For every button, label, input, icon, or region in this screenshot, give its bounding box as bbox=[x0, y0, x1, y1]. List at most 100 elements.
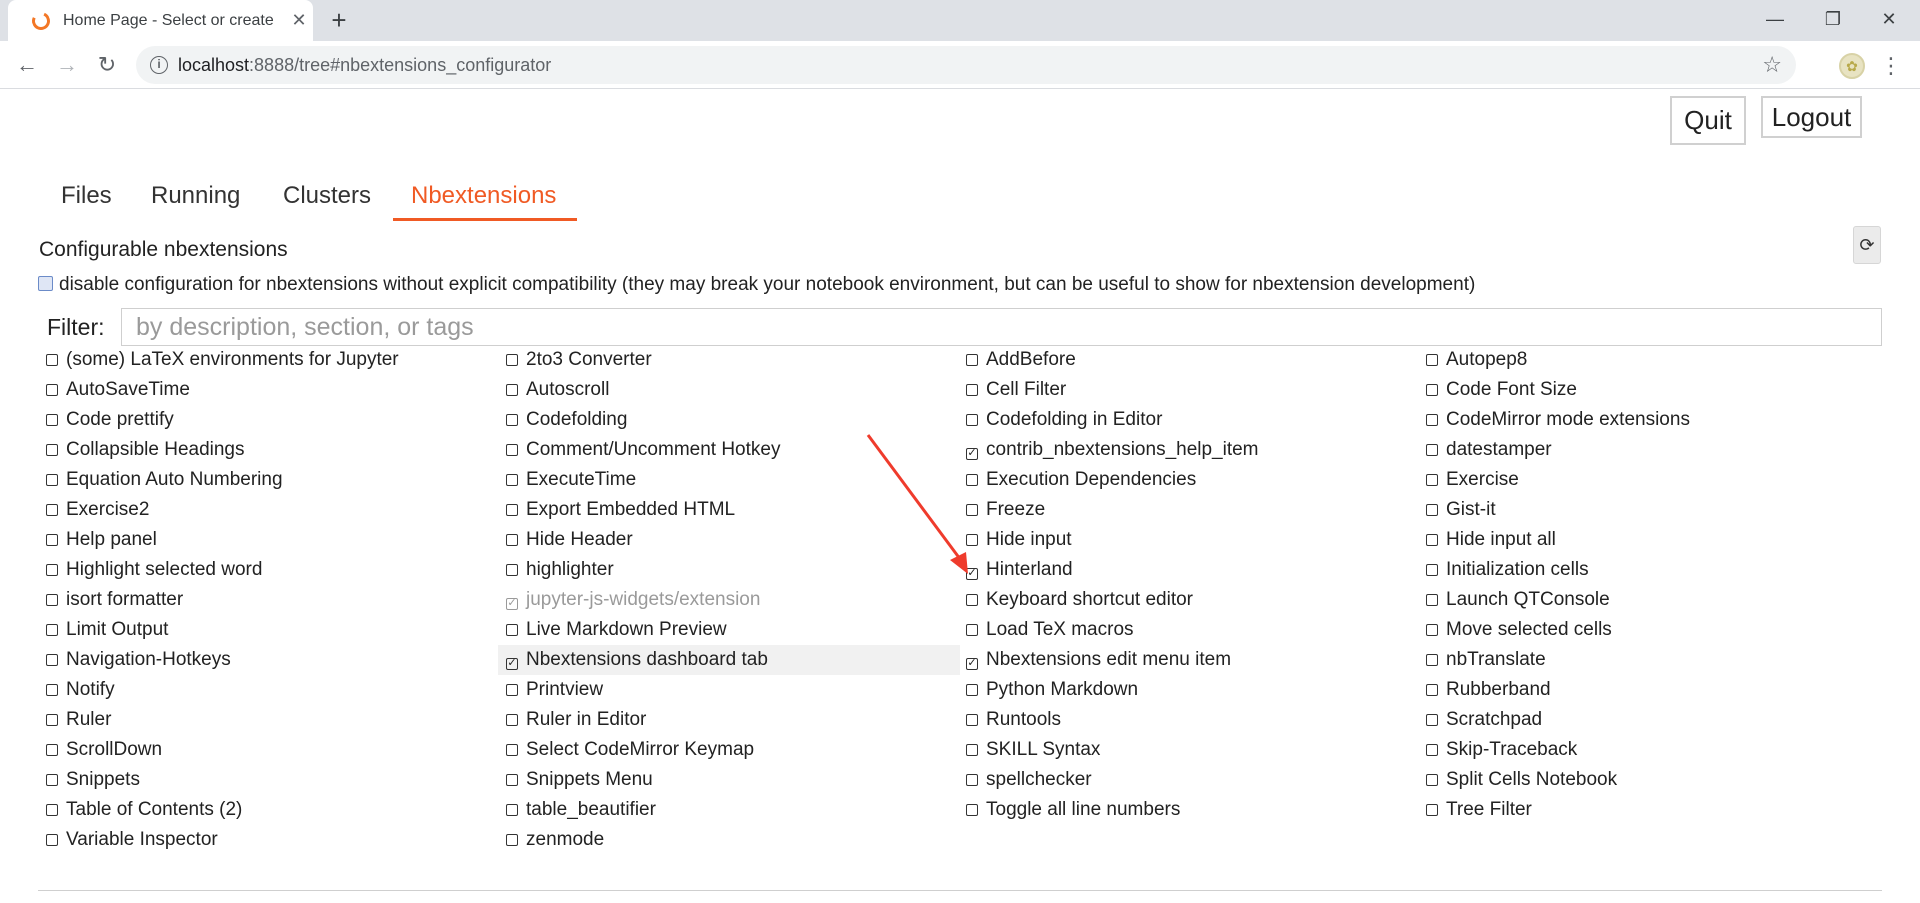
nbextension-checkbox[interactable] bbox=[506, 714, 518, 726]
nbextension-checkbox[interactable] bbox=[46, 384, 58, 396]
nbextension-item[interactable]: isort formatter bbox=[38, 585, 500, 615]
nbextension-item[interactable]: ExecuteTime bbox=[498, 465, 960, 495]
nbextension-item[interactable]: Toggle all line numbers bbox=[958, 795, 1420, 825]
nbextension-checkbox[interactable] bbox=[1426, 684, 1438, 696]
tab-files[interactable]: Files bbox=[61, 182, 112, 220]
nbextension-item[interactable]: Runtools bbox=[958, 705, 1420, 735]
nbextension-item[interactable]: Code prettify bbox=[38, 405, 500, 435]
nbextension-item[interactable]: Autopep8 bbox=[1418, 345, 1880, 375]
nbextension-checkbox[interactable] bbox=[966, 684, 978, 696]
browser-tab[interactable]: Home Page - Select or create a ✕ bbox=[8, 0, 313, 41]
nbextension-checkbox[interactable] bbox=[966, 414, 978, 426]
nbextension-checkbox[interactable] bbox=[966, 354, 978, 366]
nbextension-item[interactable]: ✓ Hinterland bbox=[958, 555, 1420, 585]
nbextension-item[interactable]: Autoscroll bbox=[498, 375, 960, 405]
nbextension-item[interactable]: Ruler in Editor bbox=[498, 705, 960, 735]
nbextension-item[interactable]: Gist-it bbox=[1418, 495, 1880, 525]
nbextension-item[interactable]: Launch QTConsole bbox=[1418, 585, 1880, 615]
refresh-button[interactable]: ⟳ bbox=[1853, 226, 1881, 264]
nbextension-checkbox[interactable] bbox=[46, 654, 58, 666]
nbextension-checkbox[interactable] bbox=[46, 834, 58, 846]
window-minimize-icon[interactable]: — bbox=[1752, 4, 1798, 34]
nbextension-item[interactable]: Scratchpad bbox=[1418, 705, 1880, 735]
nbextension-item[interactable]: Navigation-Hotkeys bbox=[38, 645, 500, 675]
nbextension-item[interactable]: Codefolding bbox=[498, 405, 960, 435]
nbextension-item[interactable]: ScrollDown bbox=[38, 735, 500, 765]
nbextension-checkbox[interactable] bbox=[46, 744, 58, 756]
nbextension-checkbox[interactable] bbox=[1426, 714, 1438, 726]
nbextension-item[interactable]: Collapsible Headings bbox=[38, 435, 500, 465]
nbextension-item[interactable]: Exercise bbox=[1418, 465, 1880, 495]
nbextension-checkbox[interactable] bbox=[46, 594, 58, 606]
forward-arrow-icon[interactable]: → bbox=[52, 50, 82, 80]
nbextension-item[interactable]: Initialization cells bbox=[1418, 555, 1880, 585]
quit-button[interactable]: Quit bbox=[1670, 96, 1746, 145]
nbextension-item[interactable]: Hide input all bbox=[1418, 525, 1880, 555]
nbextension-item[interactable]: Limit Output bbox=[38, 615, 500, 645]
nbextension-checkbox[interactable] bbox=[966, 384, 978, 396]
nbextension-checkbox[interactable] bbox=[966, 744, 978, 756]
nbextension-checkbox[interactable] bbox=[46, 564, 58, 576]
nbextension-item[interactable]: Freeze bbox=[958, 495, 1420, 525]
nbextension-checkbox[interactable] bbox=[506, 684, 518, 696]
nbextension-item[interactable]: Variable Inspector bbox=[38, 825, 500, 855]
nbextension-checkbox[interactable]: ✓ bbox=[966, 448, 978, 460]
nbextension-item[interactable]: Code Font Size bbox=[1418, 375, 1880, 405]
nbextension-checkbox[interactable] bbox=[506, 564, 518, 576]
site-info-icon[interactable]: i bbox=[150, 56, 168, 74]
nbextension-checkbox[interactable] bbox=[1426, 564, 1438, 576]
nbextension-item[interactable]: (some) LaTeX environments for Jupyter bbox=[38, 345, 500, 375]
nbextension-item[interactable]: Move selected cells bbox=[1418, 615, 1880, 645]
nbextension-checkbox[interactable] bbox=[966, 624, 978, 636]
nbextension-item[interactable]: Load TeX macros bbox=[958, 615, 1420, 645]
nbextension-item[interactable]: ✓ Nbextensions edit menu item bbox=[958, 645, 1420, 675]
nbextension-checkbox[interactable] bbox=[1426, 474, 1438, 486]
nbextension-checkbox[interactable]: ✓ bbox=[506, 658, 518, 670]
compat-checkbox[interactable] bbox=[38, 276, 53, 291]
nbextension-checkbox[interactable] bbox=[1426, 444, 1438, 456]
nbextension-item[interactable]: CodeMirror mode extensions bbox=[1418, 405, 1880, 435]
nbextension-checkbox[interactable] bbox=[506, 504, 518, 516]
nbextension-checkbox[interactable]: ✓ bbox=[966, 658, 978, 670]
nbextension-item[interactable]: Ruler bbox=[38, 705, 500, 735]
window-restore-icon[interactable]: ❐ bbox=[1810, 4, 1856, 34]
nbextension-item[interactable]: spellchecker bbox=[958, 765, 1420, 795]
nbextension-item[interactable]: Keyboard shortcut editor bbox=[958, 585, 1420, 615]
nbextension-checkbox[interactable] bbox=[506, 804, 518, 816]
nbextension-checkbox[interactable] bbox=[1426, 744, 1438, 756]
nbextension-checkbox[interactable] bbox=[46, 804, 58, 816]
nbextension-item[interactable]: Rubberband bbox=[1418, 675, 1880, 705]
nbextension-item[interactable]: Equation Auto Numbering bbox=[38, 465, 500, 495]
nbextension-checkbox[interactable] bbox=[1426, 354, 1438, 366]
back-arrow-icon[interactable]: ← bbox=[12, 50, 42, 80]
nbextension-item[interactable]: SKILL Syntax bbox=[958, 735, 1420, 765]
nbextension-checkbox[interactable] bbox=[1426, 504, 1438, 516]
nbextension-checkbox[interactable] bbox=[506, 624, 518, 636]
reload-icon[interactable]: ↻ bbox=[92, 50, 122, 80]
nbextension-checkbox[interactable]: ✓ bbox=[966, 568, 978, 580]
nbextension-item[interactable]: Exercise2 bbox=[38, 495, 500, 525]
nbextension-checkbox[interactable] bbox=[506, 534, 518, 546]
nbextension-checkbox[interactable] bbox=[46, 414, 58, 426]
nbextension-item[interactable]: Cell Filter bbox=[958, 375, 1420, 405]
nbextension-checkbox[interactable] bbox=[966, 594, 978, 606]
nbextension-item[interactable]: ✓ contrib_nbextensions_help_item bbox=[958, 435, 1420, 465]
nbextension-checkbox[interactable] bbox=[506, 774, 518, 786]
nbextension-item[interactable]: Table of Contents (2) bbox=[38, 795, 500, 825]
nbextension-checkbox[interactable] bbox=[966, 714, 978, 726]
nbextension-item[interactable]: Codefolding in Editor bbox=[958, 405, 1420, 435]
nbextension-item[interactable]: table_beautifier bbox=[498, 795, 960, 825]
nbextension-checkbox[interactable] bbox=[1426, 654, 1438, 666]
nbextension-checkbox[interactable] bbox=[46, 684, 58, 696]
nbextension-item[interactable]: highlighter bbox=[498, 555, 960, 585]
nbextension-item[interactable]: Tree Filter bbox=[1418, 795, 1880, 825]
nbextension-checkbox[interactable] bbox=[506, 384, 518, 396]
nbextension-checkbox[interactable] bbox=[506, 834, 518, 846]
nbextension-checkbox[interactable] bbox=[46, 624, 58, 636]
nbextension-item[interactable]: zenmode bbox=[498, 825, 960, 855]
nbextension-checkbox[interactable] bbox=[46, 774, 58, 786]
nbextension-item[interactable]: Export Embedded HTML bbox=[498, 495, 960, 525]
nbextension-checkbox[interactable] bbox=[46, 504, 58, 516]
nbextension-checkbox[interactable] bbox=[1426, 804, 1438, 816]
nbextension-item[interactable]: Hide Header bbox=[498, 525, 960, 555]
